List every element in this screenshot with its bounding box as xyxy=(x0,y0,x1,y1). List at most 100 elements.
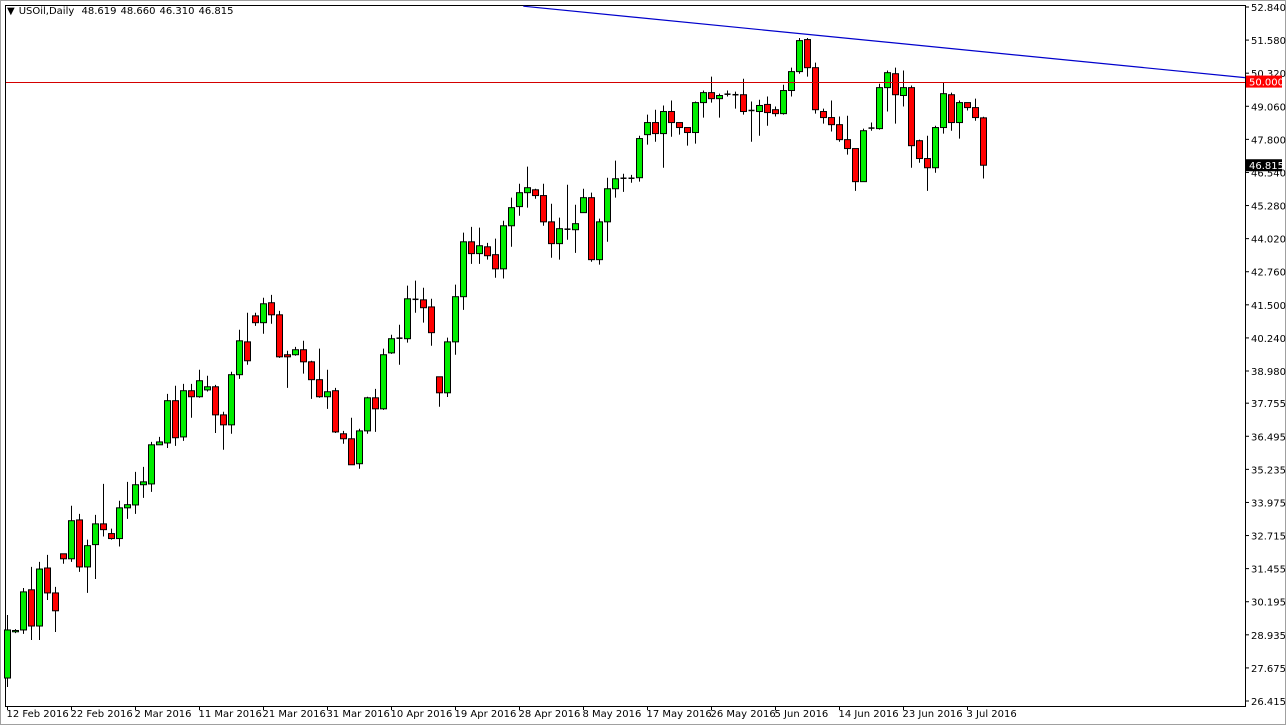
candle xyxy=(332,387,339,433)
x-tick-label: 31 Mar 2016 xyxy=(327,709,390,720)
candle-body-bear xyxy=(740,94,747,113)
y-tick-label: 28.935 xyxy=(1251,631,1286,642)
candle-body-bear xyxy=(804,39,811,69)
candle-body-bull xyxy=(452,296,459,343)
candle-body-bull xyxy=(692,102,699,134)
candle-body-bull xyxy=(12,629,19,633)
candle-body-bull xyxy=(716,95,723,100)
candle xyxy=(364,396,371,434)
candle-body-bear xyxy=(308,361,315,381)
price-axis[interactable]: 52.84051.58050.32049.06047.80046.54045.2… xyxy=(1245,3,1286,708)
candle xyxy=(76,513,83,572)
x-tick-label: 14 Jun 2016 xyxy=(839,709,899,720)
candle-body-bear xyxy=(764,103,771,114)
candlestick-chart[interactable]: 52.84051.58050.32049.06047.80046.54045.2… xyxy=(1,1,1286,726)
candle-body-bear xyxy=(252,315,259,324)
candle-body-bull xyxy=(572,223,579,231)
candle-body-bear xyxy=(908,87,915,147)
y-tick-label: 36.495 xyxy=(1251,432,1286,443)
candle-body-bull xyxy=(132,484,139,506)
candle-body-bear xyxy=(108,533,115,540)
candle-body-bear xyxy=(812,67,819,111)
candle-body-bear xyxy=(220,414,227,426)
price-tags: 50.000 46.815 xyxy=(1246,75,1284,172)
candle xyxy=(148,441,155,492)
current-price-tag-text: 46.815 xyxy=(1249,161,1284,172)
y-tick-label: 27.675 xyxy=(1251,664,1286,675)
plot-area[interactable] xyxy=(5,5,1246,707)
candle-body-bear xyxy=(436,376,443,394)
y-tick-label: 38.980 xyxy=(1251,367,1286,378)
x-tick-label: 23 Jun 2016 xyxy=(903,709,963,720)
candle-body-bull xyxy=(860,130,867,183)
candle-body-bull xyxy=(780,90,787,115)
candle-body-bull xyxy=(228,374,235,426)
candle-body-bear xyxy=(948,94,955,124)
candle-body-bull xyxy=(292,349,299,356)
candle xyxy=(276,310,283,358)
candle-body-bull xyxy=(388,338,395,354)
candle xyxy=(164,393,171,448)
candle-body-bull xyxy=(660,111,667,135)
candle-body-bear xyxy=(284,354,291,358)
candle-body-bear xyxy=(972,107,979,119)
candle-body-bear xyxy=(76,519,83,568)
level-price-tag: 50.000 xyxy=(1246,75,1284,89)
candle-body-bull xyxy=(500,225,507,270)
candle xyxy=(356,428,363,469)
time-axis[interactable]: 12 Feb 2016 22 Feb 2016 2 Mar 2016 11 Mar 2… xyxy=(7,706,1017,720)
y-tick-label: 32.715 xyxy=(1251,532,1286,543)
y-tick-label: 52.840 xyxy=(1251,3,1286,14)
x-tick-label: 5 Jun 2016 xyxy=(775,709,829,720)
x-tick-label: 26 May 2016 xyxy=(711,709,776,720)
candle-body-bull xyxy=(516,192,523,208)
candle-body-bull xyxy=(364,397,371,432)
candle-body-bull xyxy=(124,504,131,509)
candle-body-bear xyxy=(276,314,283,358)
candle-body-bear xyxy=(60,553,67,560)
candle-body-bull xyxy=(508,207,515,227)
candle-body-bear xyxy=(964,102,971,109)
candle-body-bull xyxy=(324,391,331,398)
x-tick-label: 10 Apr 2016 xyxy=(391,709,453,720)
close-value: 46.815 xyxy=(198,6,234,17)
candle-body-bear xyxy=(980,117,987,166)
candle-body-bear xyxy=(772,109,779,115)
candle-body-bear xyxy=(820,111,827,119)
candle-body-bull xyxy=(356,430,363,465)
chart-window: 52.840 51.580 50.320 49.060 47.800 46.540 45.2… xyxy=(0,0,1286,725)
candle-body-bull xyxy=(884,72,891,89)
candle-body-bear xyxy=(532,189,539,197)
y-tick-label: 37.755 xyxy=(1251,399,1286,410)
candle-body-bull xyxy=(260,303,267,324)
candle-body-bull xyxy=(604,188,611,223)
candle xyxy=(876,83,883,130)
x-tick-label: 21 Mar 2016 xyxy=(263,709,326,720)
y-tick-label: 44.020 xyxy=(1251,235,1286,246)
candle-body-bear xyxy=(588,197,595,261)
x-tick-label: 19 Apr 2016 xyxy=(455,709,517,720)
y-tick-label: 41.500 xyxy=(1251,301,1286,312)
candle-body-bear xyxy=(28,589,35,627)
candle-body-bear xyxy=(548,221,555,245)
low-value: 46.310 xyxy=(159,6,195,17)
candle xyxy=(636,135,643,182)
candle-body-bull xyxy=(404,298,411,340)
candle-body-bear xyxy=(684,127,691,134)
candle-body-bear xyxy=(836,124,843,141)
y-tick-label: 42.760 xyxy=(1251,268,1286,279)
candle-body-bull xyxy=(636,138,643,179)
candle xyxy=(596,218,603,265)
candle-body-bull xyxy=(556,228,563,245)
candle-body-bull xyxy=(940,93,947,129)
candle xyxy=(588,192,595,262)
current-price-tag: 46.815 xyxy=(1246,159,1284,172)
candle-body-bull xyxy=(180,390,187,438)
y-tick-label: 40.240 xyxy=(1251,334,1286,345)
candle-body-bull xyxy=(524,187,531,194)
candle-body-bull xyxy=(84,545,91,568)
y-tick-label: 35.235 xyxy=(1251,465,1286,476)
candle-body-bear xyxy=(340,433,347,440)
triangle-down-icon[interactable]: ▼ xyxy=(7,6,15,17)
candle-body-bull xyxy=(380,354,387,410)
